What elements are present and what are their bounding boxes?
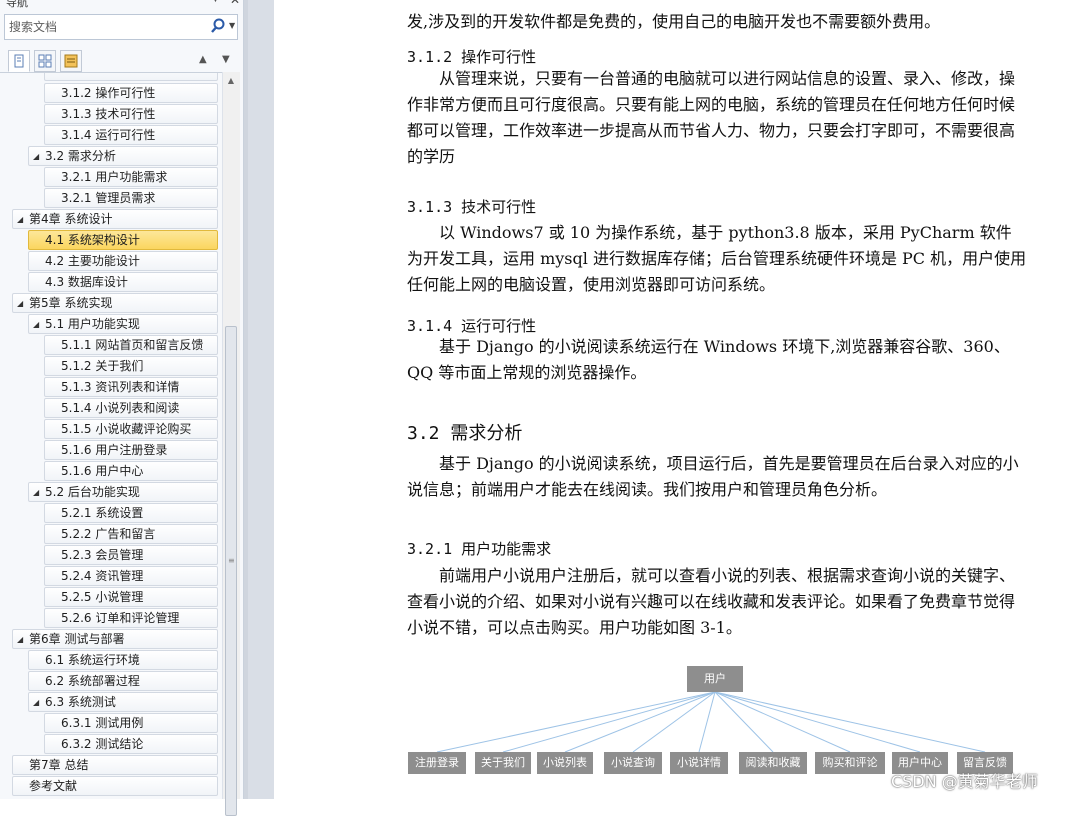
diagram-child-box: 小说列表 xyxy=(537,752,593,774)
search-dropdown-icon[interactable]: ▼ xyxy=(229,21,235,30)
tree-item[interactable]: 5.2.2 广告和留言 xyxy=(44,524,218,544)
tree-item[interactable]: 参考文献 xyxy=(12,776,218,796)
tree-item[interactable]: 5.2.4 资讯管理 xyxy=(44,566,218,586)
tree-item[interactable]: 5.1.3 资讯列表和详情 xyxy=(44,377,218,397)
tree-item[interactable]: 5.1.5 小说收藏评论购买 xyxy=(44,419,218,439)
collapse-icon[interactable]: ◢ xyxy=(33,693,39,711)
page-background xyxy=(248,0,274,799)
tree-item[interactable]: ◢ 5.2 后台功能实现 xyxy=(28,482,218,502)
heading-3-2-1: 3.2.1 用户功能需求 xyxy=(407,540,552,558)
tree-item[interactable]: 6.2 系统部署过程 xyxy=(28,671,218,691)
tree-item[interactable]: 5.1.4 小说列表和阅读 xyxy=(44,398,218,418)
collapse-icon[interactable]: ◢ xyxy=(17,630,23,648)
tree-item[interactable]: 3.1.2 操作可行性 xyxy=(44,83,218,103)
tree-item[interactable]: ◢ 3.2 需求分析 xyxy=(28,146,218,166)
collapse-icon[interactable]: ◢ xyxy=(33,483,39,501)
tab-pages[interactable] xyxy=(34,50,56,72)
tree-item[interactable]: 5.2.1 系统设置 xyxy=(44,503,218,523)
diagram-connector-line xyxy=(502,691,716,753)
scroll-up-icon[interactable]: ▲ xyxy=(223,74,239,88)
pages-icon xyxy=(38,54,52,68)
tree-item[interactable]: 3.2.1 管理员需求 xyxy=(44,188,218,208)
diagram-child-box: 注册登录 xyxy=(408,752,466,774)
tree-item-selected[interactable]: 4.1 系统架构设计 xyxy=(28,230,218,250)
tree-item[interactable]: ◢ 第5章 系统实现 xyxy=(12,293,218,313)
tree-item[interactable]: ◢ 5.1 用户功能实现 xyxy=(28,314,218,334)
tree-item[interactable]: 5.1.2 关于我们 xyxy=(44,356,218,376)
diagram-child-box: 购买和评论 xyxy=(815,752,885,774)
collapse-icon[interactable]: ◢ xyxy=(17,294,23,312)
tree-item[interactable]: 5.1.6 用户注册登录 xyxy=(44,440,218,460)
tab-headings[interactable] xyxy=(8,50,30,72)
tree-item[interactable]: 5.2.6 订单和评论管理 xyxy=(44,608,218,628)
search-input[interactable] xyxy=(9,18,199,36)
diagram-root-box: 用户 xyxy=(687,666,743,692)
collapse-icon[interactable]: ◢ xyxy=(17,210,23,228)
paragraph-3-1-2: 从管理来说，只要有一台普通的电脑就可以进行网站信息的设置、录入、修改，操作非常方… xyxy=(407,69,1016,166)
tree-item[interactable]: 第7章 总结 xyxy=(12,755,218,775)
document-page: 发,涉及到的开发软件都是免费的，使用自己的电脑开发也不需要额外费用。 3.1.2… xyxy=(274,0,1079,799)
search-icon[interactable] xyxy=(209,17,227,37)
diagram-connector-line xyxy=(564,691,716,753)
watermark: CSDN @黄菊华老师 xyxy=(891,772,1038,791)
paragraph-3-1-4: 基于 Django 的小说阅读系统运行在 Windows 环境下,浏览器兼容谷歌… xyxy=(407,337,1010,382)
collapse-icon[interactable]: ◢ xyxy=(33,147,39,165)
paragraph-3-1-3: 以 Windows7 或 10 为操作系统，基于 python3.8 版本，采用… xyxy=(407,223,1027,294)
diagram-connector-line xyxy=(714,691,921,753)
diagram-connector-line xyxy=(714,691,851,753)
collapse-icon[interactable]: ◢ xyxy=(33,315,39,333)
results-icon xyxy=(64,54,78,68)
paragraph-3-2-1: 前端用户小说用户注册后，就可以查看小说的列表、根据需求查询小说的关键字、查看小说… xyxy=(407,566,1016,637)
tree-item[interactable]: 6.3.1 测试用例 xyxy=(44,713,218,733)
headings-icon xyxy=(14,54,24,68)
search-box[interactable]: ▼ xyxy=(4,14,238,40)
tree-item[interactable]: 3.1.4 运行可行性 xyxy=(44,125,218,145)
tree-item[interactable]: ◢ 第6章 测试与部署 xyxy=(12,629,218,649)
tree-item[interactable]: ◢ 6.3 系统测试 xyxy=(28,692,218,712)
heading-tree: 3.1.2 操作可行性 3.1.3 技术可行性 3.1.4 运行可行性 ◢ 3.2… xyxy=(0,72,222,800)
tree-item[interactable]: 5.1.6 用户中心 xyxy=(44,461,218,481)
tree-scrollbar[interactable]: ▲ ≡ xyxy=(222,72,240,816)
heading-3-1-4: 3.1.4 运行可行性 xyxy=(407,317,537,335)
diagram-child-box: 小说查询 xyxy=(604,752,662,774)
tree-item[interactable]: 4.2 主要功能设计 xyxy=(28,251,218,271)
diagram-connector-line xyxy=(698,691,716,753)
tree-item[interactable]: 5.1.1 网站首页和留言反馈 xyxy=(44,335,218,355)
nav-title: 导航 xyxy=(6,0,28,9)
tree-item[interactable]: ◢ 第4章 系统设计 xyxy=(12,209,218,229)
nav-titlebar: 导航 ▼ ✕ xyxy=(0,0,243,9)
pane-options-icon[interactable]: ▼ xyxy=(212,0,219,4)
tree-item-partial[interactable] xyxy=(44,73,218,81)
tree-item[interactable]: 3.1.3 技术可行性 xyxy=(44,104,218,124)
navigation-pane: 导航 ▼ ✕ ▼ ▲ ▼ xyxy=(0,0,244,816)
tree-item[interactable]: 4.3 数据库设计 xyxy=(28,272,218,292)
previous-heading-icon[interactable]: ▲ xyxy=(199,54,207,65)
scroll-grip-icon: ≡ xyxy=(228,556,235,565)
heading-3-2: 3.2 需求分析 xyxy=(407,423,523,444)
scroll-thumb[interactable]: ≡ xyxy=(225,326,237,816)
heading-3-1-2: 3.1.2 操作可行性 xyxy=(407,48,537,66)
tree-item[interactable]: 5.2.5 小说管理 xyxy=(44,587,218,607)
tree-item[interactable]: 3.2.1 用户功能需求 xyxy=(44,167,218,187)
diagram-child-box: 阅读和收藏 xyxy=(739,752,807,774)
diagram-connector-line xyxy=(714,691,986,753)
heading-3-1-3: 3.1.3 技术可行性 xyxy=(407,198,537,216)
tree-item[interactable]: 5.2.3 会员管理 xyxy=(44,545,218,565)
tab-results[interactable] xyxy=(60,50,82,72)
diagram-child-box: 小说详情 xyxy=(670,752,728,774)
close-icon[interactable]: ✕ xyxy=(230,0,240,7)
tree-item[interactable]: 6.1 系统运行环境 xyxy=(28,650,218,670)
tree-item[interactable]: 6.3.2 测试结论 xyxy=(44,734,218,754)
next-heading-icon[interactable]: ▼ xyxy=(222,54,230,65)
paragraph-top: 发,涉及到的开发软件都是免费的，使用自己的电脑开发也不需要额外费用。 xyxy=(407,12,941,31)
paragraph-3-2: 基于 Django 的小说阅读系统，项目运行后，首先是要管理员在后台录入对应的小… xyxy=(407,454,1019,499)
diagram-child-box: 关于我们 xyxy=(475,752,531,774)
